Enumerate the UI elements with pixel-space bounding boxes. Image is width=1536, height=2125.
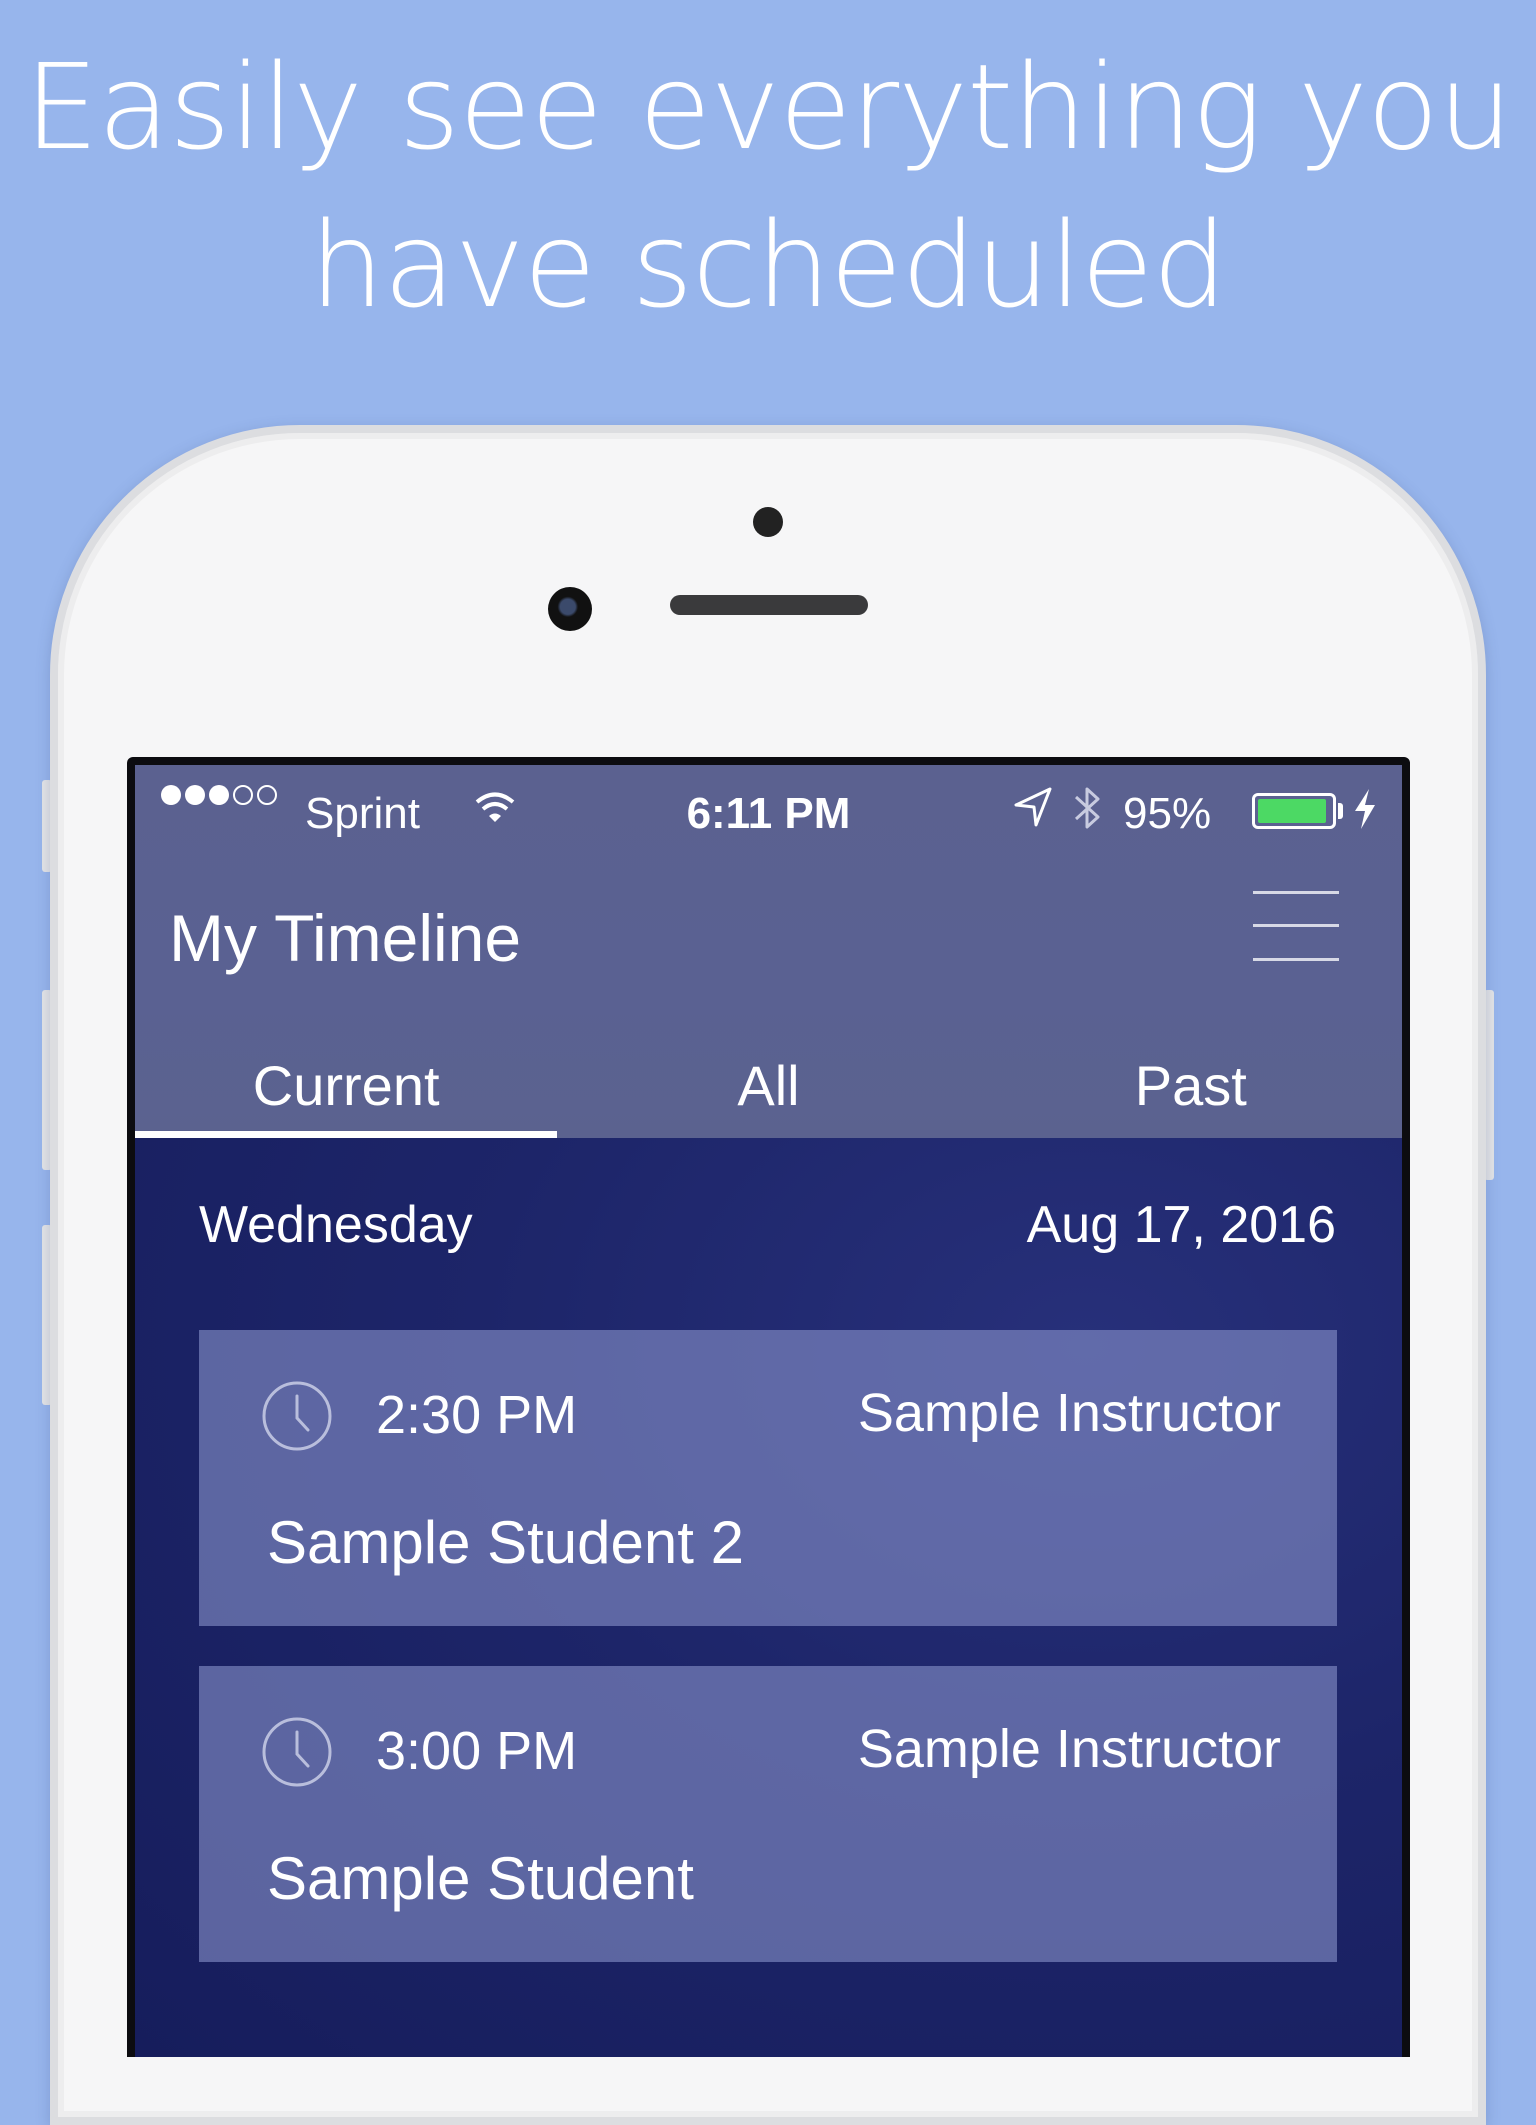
appointment-instructor: Sample Instructor	[857, 1719, 1281, 1779]
app-screen: Sprint 6:11 PM 95% My Timeline Current A…	[135, 765, 1402, 2057]
status-bar: Sprint 6:11 PM 95%	[135, 765, 1402, 845]
tab-bar: Current All Past	[135, 1050, 1402, 1138]
appointment-student: Sample Student	[267, 1845, 694, 1912]
battery-nub	[1338, 803, 1343, 819]
appointment-card[interactable]: 2:30 PM Sample Instructor Sample Student…	[199, 1330, 1337, 1626]
day-date: Aug 17, 2016	[1026, 1196, 1336, 1254]
proximity-sensor	[753, 507, 783, 537]
battery-icon	[1252, 793, 1336, 829]
appointment-time: 3:00 PM	[376, 1721, 578, 1781]
tab-current[interactable]: Current	[135, 1050, 558, 1138]
appointment-instructor: Sample Instructor	[857, 1383, 1281, 1443]
clock-icon	[262, 1381, 332, 1451]
status-time: 6:11 PM	[686, 789, 851, 838]
app-header: Sprint 6:11 PM 95% My Timeline Current A…	[135, 765, 1402, 1138]
headline-line-1: Easily see everything you	[24, 38, 1513, 176]
bluetooth-icon	[1074, 787, 1100, 829]
appointment-card[interactable]: 3:00 PM Sample Instructor Sample Student	[199, 1666, 1337, 1962]
charging-bolt-icon	[1355, 789, 1375, 829]
front-camera	[548, 587, 592, 631]
tab-all[interactable]: All	[557, 1050, 979, 1138]
headline-line-2: have scheduled	[309, 196, 1228, 334]
earpiece-speaker	[670, 595, 868, 615]
tab-past[interactable]: Past	[980, 1050, 1402, 1138]
phone-screen: Sprint 6:11 PM 95% My Timeline Current A…	[127, 757, 1410, 2057]
appointment-student: Sample Student 2	[267, 1509, 744, 1576]
battery-percentage: 95%	[1123, 789, 1212, 838]
appointment-time: 2:30 PM	[376, 1385, 578, 1445]
page-title: My Timeline	[169, 901, 522, 975]
marketing-headline: Easily see everything you have scheduled	[0, 28, 1536, 344]
location-arrow-icon	[1014, 787, 1052, 827]
clock-icon	[262, 1717, 332, 1787]
battery-level-fill	[1258, 799, 1327, 823]
day-weekday: Wednesday	[199, 1196, 473, 1254]
hamburger-menu-icon[interactable]	[1253, 891, 1339, 961]
